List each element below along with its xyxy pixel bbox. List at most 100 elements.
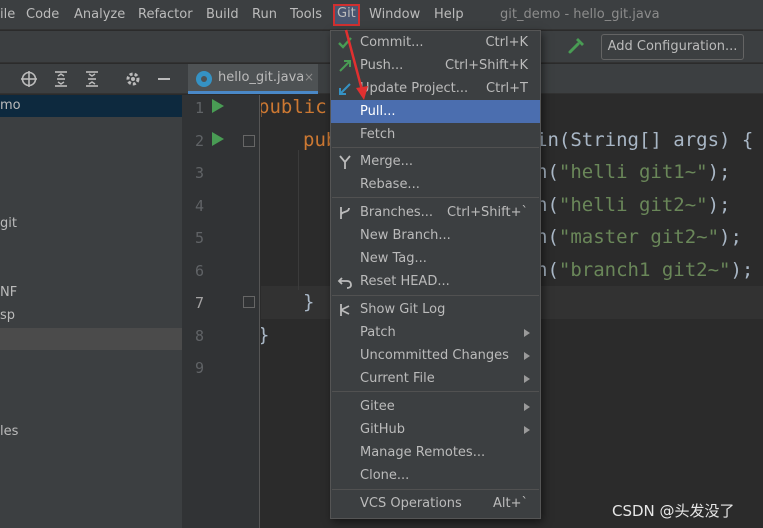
git-menu-dropdown: Commit... Ctrl+K Push... Ctrl+Shift+K Up…: [330, 30, 541, 519]
code-line: }: [261, 324, 269, 346]
menu-item-show-git-log[interactable]: Show Git Log: [331, 298, 540, 321]
menu-item-github[interactable]: GitHub: [331, 418, 540, 441]
menu-code[interactable]: Code: [26, 5, 59, 25]
branch-icon: [340, 207, 350, 219]
menu-item-label: Current File: [360, 371, 435, 386]
menu-item-shortcut: Ctrl+Shift+`: [447, 205, 528, 220]
menu-item-push[interactable]: Push... Ctrl+Shift+K: [331, 54, 540, 77]
line-number: 7: [194, 294, 204, 312]
tree-item-selected[interactable]: [0, 328, 182, 350]
menu-item-label: Manage Remotes...: [360, 445, 486, 460]
menu-refactor[interactable]: Refactor: [138, 5, 193, 25]
menu-file[interactable]: ile: [0, 5, 15, 25]
menu-run[interactable]: Run: [252, 5, 277, 25]
menu-item-shortcut: Ctrl+T: [486, 81, 528, 96]
project-tool-strip: [0, 64, 182, 94]
menu-item-branches[interactable]: Branches... Ctrl+Shift+`: [331, 201, 540, 224]
menu-separator: [332, 391, 539, 392]
menu-item-rebase[interactable]: Rebase...: [331, 173, 540, 196]
code-string: "branch1 git2~": [558, 259, 731, 281]
menu-item-shortcut: Ctrl+Shift+K: [445, 58, 528, 73]
submenu-arrow-icon: [524, 375, 530, 383]
menu-window[interactable]: Window: [369, 5, 420, 25]
menu-separator: [332, 295, 539, 296]
code-line: n("branch1 git2~");: [536, 259, 753, 281]
menu-item-label: Gitee: [360, 399, 395, 414]
menu-bar: ile Code Analyze Refactor Build Run Tool…: [0, 0, 763, 30]
locate-icon[interactable]: [20, 70, 38, 88]
menu-item-shortcut: Alt+`: [493, 496, 528, 511]
code-string: "helli git1~": [558, 161, 708, 183]
line-number: 9: [194, 359, 204, 377]
fold-icon[interactable]: [243, 296, 255, 308]
code-token: );: [730, 259, 754, 281]
code-token: );: [707, 161, 731, 183]
menu-item-label: Patch: [360, 325, 396, 340]
menu-separator: [332, 197, 539, 198]
menu-item-label: Branches...: [360, 205, 434, 220]
close-icon[interactable]: ×: [304, 70, 314, 84]
menu-item-commit[interactable]: Commit... Ctrl+K: [331, 31, 540, 54]
menu-item-current-file[interactable]: Current File: [331, 367, 540, 390]
menu-git[interactable]: Git: [333, 4, 360, 26]
fold-icon[interactable]: [243, 135, 255, 147]
menu-item-update-project[interactable]: Update Project... Ctrl+T: [331, 77, 540, 100]
run-icon[interactable]: [212, 132, 224, 146]
menu-help[interactable]: Help: [434, 5, 464, 25]
collapse-all-icon[interactable]: [83, 70, 101, 88]
menu-item-label: Show Git Log: [360, 302, 446, 317]
menu-tools[interactable]: Tools: [290, 5, 322, 25]
update-arrow-icon: [339, 83, 351, 95]
minimize-icon[interactable]: [155, 70, 173, 88]
menu-item-pull[interactable]: Pull...: [331, 100, 540, 123]
java-class-icon: [196, 71, 212, 87]
tree-item[interactable]: mo: [0, 95, 182, 117]
code-line: }: [303, 291, 315, 313]
menu-item-label: New Tag...: [360, 251, 427, 266]
run-icon[interactable]: [212, 99, 224, 113]
hammer-icon[interactable]: [566, 36, 588, 58]
menu-item-manage-remotes[interactable]: Manage Remotes...: [331, 441, 540, 464]
menu-item-new-branch[interactable]: New Branch...: [331, 224, 540, 247]
add-configuration-button[interactable]: Add Configuration...: [601, 34, 744, 60]
menu-separator: [332, 489, 539, 490]
line-number: 1: [194, 99, 204, 117]
menu-separator: [332, 147, 539, 148]
submenu-arrow-icon: [524, 426, 530, 434]
submenu-arrow-icon: [524, 352, 530, 360]
tree-item[interactable]: NF: [0, 282, 182, 304]
code-string: "helli git2~": [558, 194, 708, 216]
tree-item[interactable]: git: [0, 213, 182, 235]
code-string: "master git2~": [558, 226, 720, 248]
menu-build[interactable]: Build: [206, 5, 239, 25]
tab-label: hello_git.java: [218, 70, 305, 85]
menu-item-label: Update Project...: [360, 81, 469, 96]
menu-item-gitee[interactable]: Gitee: [331, 395, 540, 418]
menu-item-new-tag[interactable]: New Tag...: [331, 247, 540, 270]
tree-item[interactable]: les: [0, 421, 182, 443]
menu-item-label: Commit...: [360, 35, 424, 50]
menu-item-clone[interactable]: Clone...: [331, 464, 540, 487]
line-number: 8: [194, 327, 204, 345]
undo-icon: [337, 277, 352, 289]
menu-item-reset-head[interactable]: Reset HEAD...: [331, 270, 540, 293]
tab-hello-git-java[interactable]: hello_git.java ×: [188, 64, 318, 94]
window-title: git_demo - hello_git.java: [500, 7, 660, 22]
code-line: in(String[] args) {: [536, 129, 754, 151]
expand-all-icon[interactable]: [52, 70, 70, 88]
line-number: 6: [194, 262, 204, 280]
tree-item[interactable]: sp: [0, 305, 182, 327]
menu-item-patch[interactable]: Patch: [331, 321, 540, 344]
menu-item-uncommitted-changes[interactable]: Uncommitted Changes: [331, 344, 540, 367]
menu-analyze[interactable]: Analyze: [74, 5, 125, 25]
menu-item-label: Merge...: [360, 154, 413, 169]
menu-item-vcs-operations[interactable]: VCS Operations Alt+`: [331, 492, 540, 515]
push-arrow-icon: [339, 60, 351, 72]
menu-item-merge[interactable]: Merge...: [331, 150, 540, 173]
project-panel: mo git NF sp les: [0, 95, 182, 528]
gear-icon[interactable]: [124, 70, 142, 88]
menu-item-fetch[interactable]: Fetch: [331, 123, 540, 146]
menu-item-label: GitHub: [360, 422, 406, 437]
code-line: n("helli git1~");: [536, 161, 731, 183]
menu-item-label: Clone...: [360, 468, 410, 483]
